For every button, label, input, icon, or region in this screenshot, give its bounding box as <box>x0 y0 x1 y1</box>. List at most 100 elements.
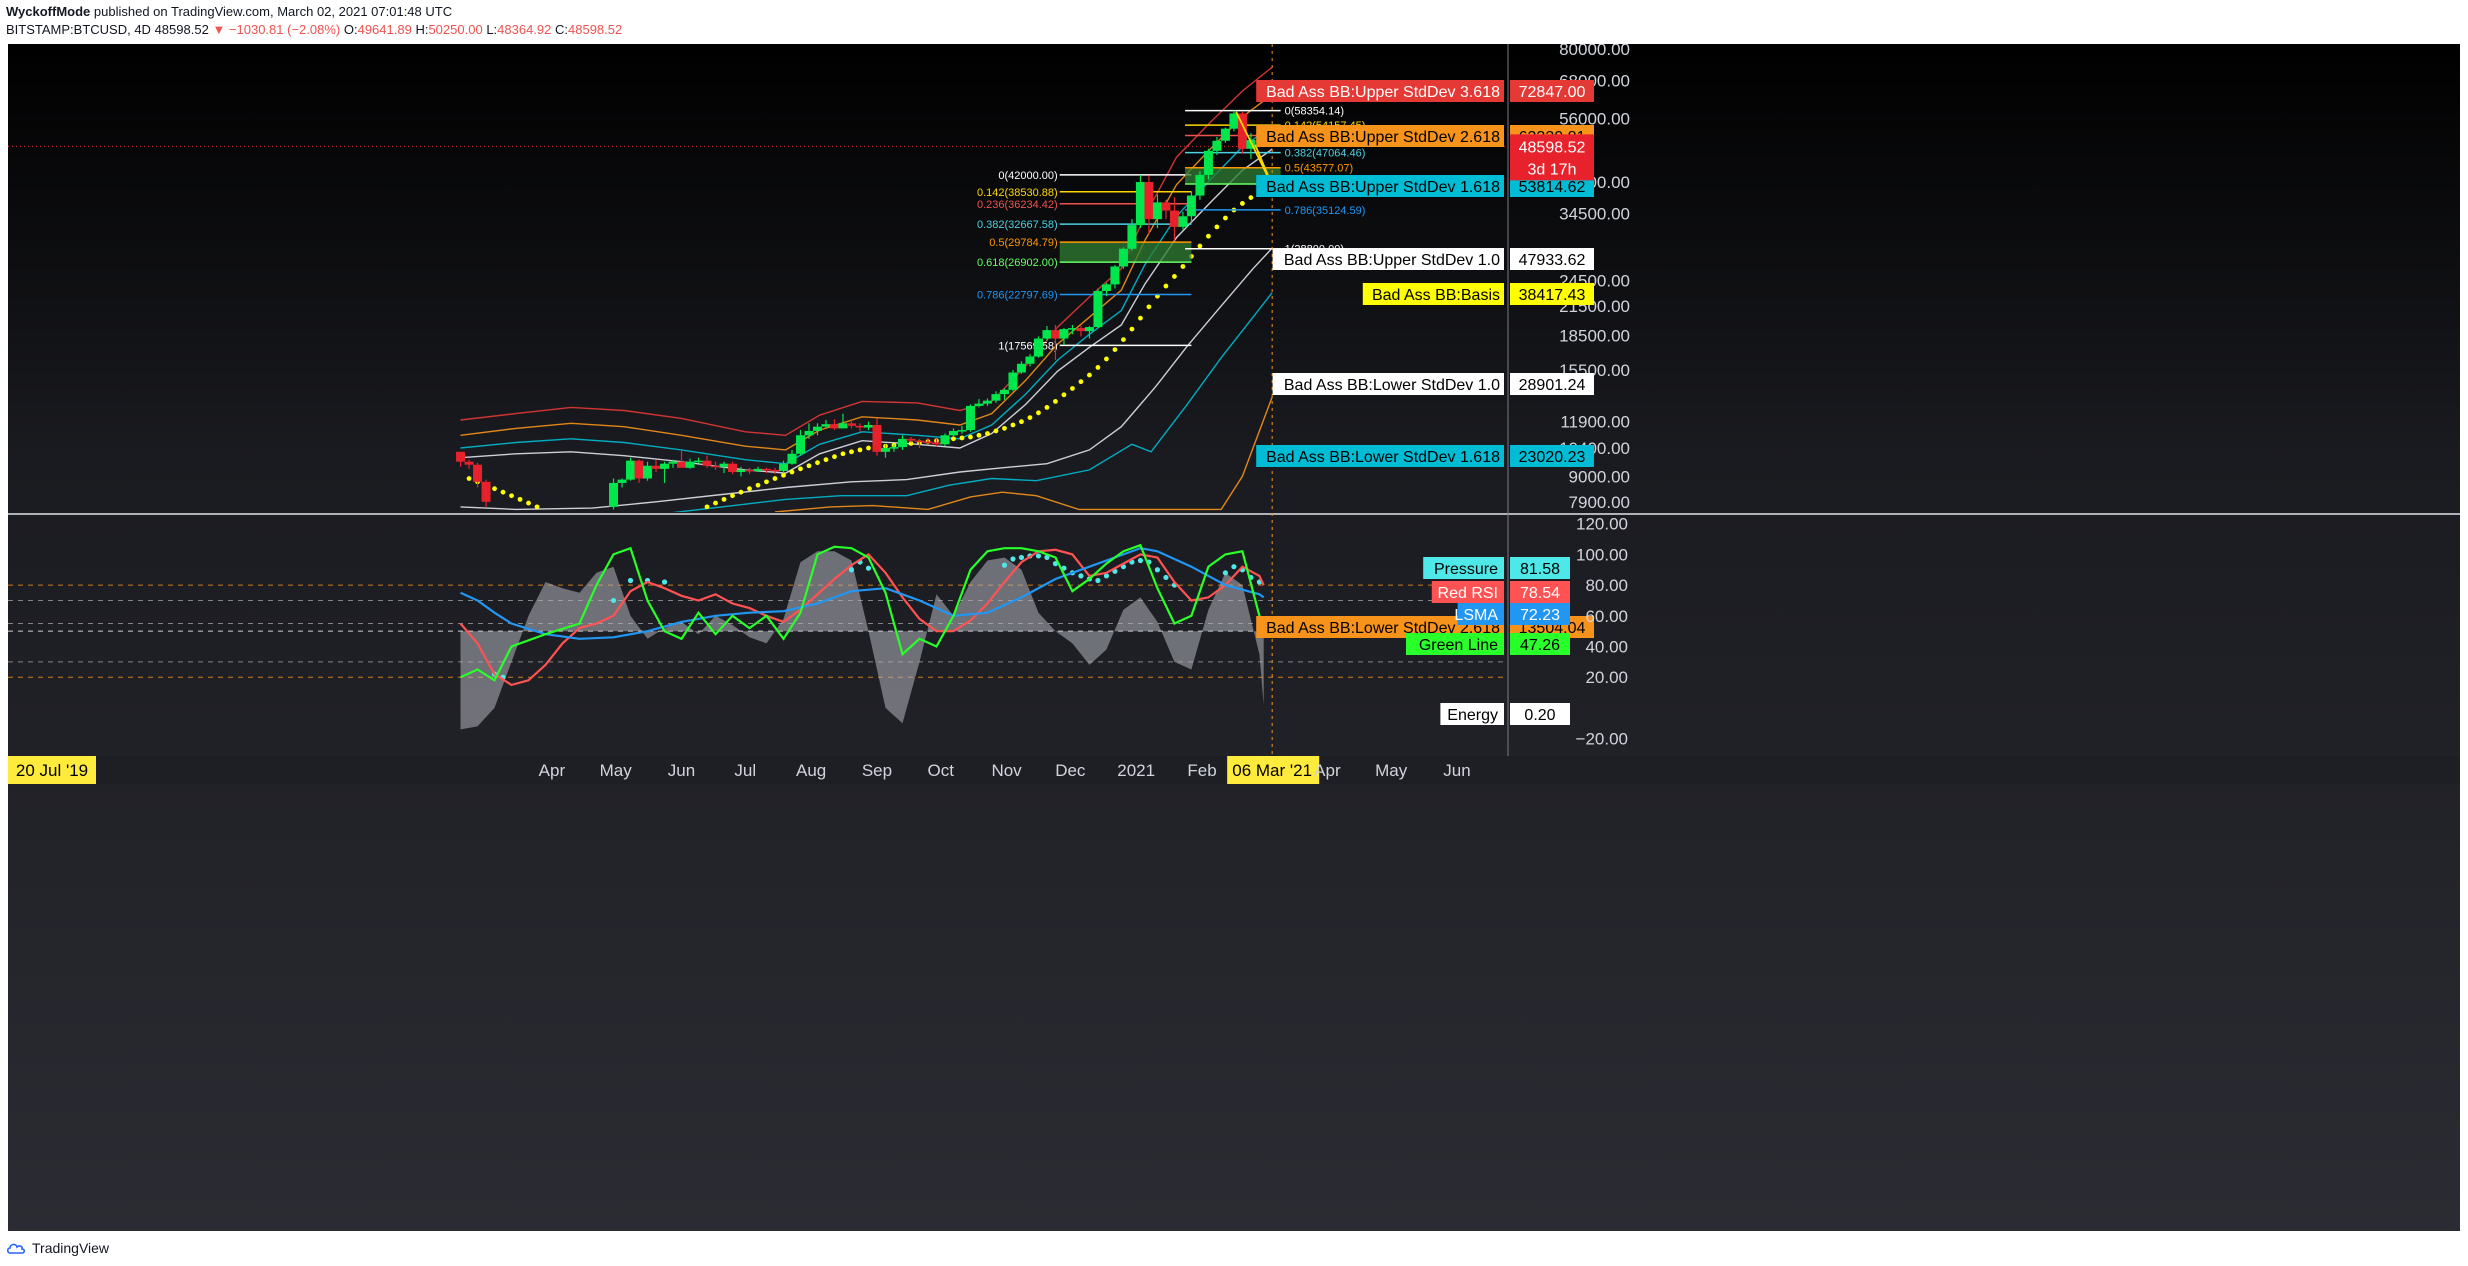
bb-tag-0-label: Bad Ass BB:Upper StdDev 3.618 <box>1266 84 1500 101</box>
candle-body <box>1050 330 1060 339</box>
candle-body <box>1118 248 1128 267</box>
open-value: 49641.89 <box>357 22 412 37</box>
basis-dot <box>509 493 514 499</box>
footer: TradingView <box>0 1232 2468 1266</box>
basis-dot <box>1087 372 1092 378</box>
time-tick-label: Jul <box>734 761 756 780</box>
fib-level-label: 0.236(36234.42) <box>977 199 1058 211</box>
candle-body <box>1178 216 1188 227</box>
candle-body <box>609 482 619 507</box>
basis-dot <box>1104 356 1109 362</box>
author-name[interactable]: WyckoffMode <box>6 4 90 19</box>
candle-body <box>770 469 780 472</box>
tradingview-logo[interactable]: TradingView <box>6 1240 109 1256</box>
candle-body <box>1169 210 1179 227</box>
bb-tag-7-value: 38417.43 <box>1519 287 1586 304</box>
candle-body <box>1084 327 1094 332</box>
bb-tag-7: Bad Ass BB:Basis 38417.43 <box>1362 283 1594 305</box>
fib-level-label: 1(17569.58) <box>998 340 1057 352</box>
basis-dot <box>534 504 540 510</box>
candle-body <box>1220 128 1230 141</box>
osc-tick-label: 80.00 <box>1585 576 1628 595</box>
candle-body <box>1127 225 1137 249</box>
chart-area[interactable]: 0(42000.00) 0.142(38530.88) 0.236(36234.42… <box>8 44 2460 1231</box>
basis-dot <box>1223 215 1228 221</box>
basis-dot <box>976 432 982 438</box>
published-text: published on TradingView.com, March 02, … <box>93 4 453 19</box>
candle-body <box>626 460 636 480</box>
symbol-label: BITSTAMP:BTCUSD, 4D <box>6 22 151 37</box>
basis-dot <box>1206 233 1211 239</box>
osc-tick-label: −20.00 <box>1576 730 1628 749</box>
candle-body <box>1101 284 1111 292</box>
time-tick-label: Feb <box>1187 761 1216 780</box>
publish-line: WyckoffMode published on TradingView.com… <box>6 4 452 19</box>
time-tick-label: Sep <box>862 761 892 780</box>
time-tick-label: Aug <box>796 761 826 780</box>
fib-level-label: 0.5(43577.07) <box>1285 163 1354 175</box>
candle-body <box>660 463 670 469</box>
open-label: O: <box>343 22 358 37</box>
basis-dot <box>1078 379 1084 385</box>
pressure-dot <box>1078 573 1084 579</box>
bb-tag-2-value: 53814.62 <box>1519 179 1586 196</box>
candle-body <box>872 424 882 452</box>
bb-tag-5-label: Bad Ass BB:Lower StdDev 1.618 <box>1266 449 1500 466</box>
candle-body <box>1161 202 1171 211</box>
fib-level-label: 0.618(26902.00) <box>977 257 1058 269</box>
candle-body <box>846 423 856 426</box>
osc-tag-label: LSMA <box>1454 607 1498 624</box>
candle-body <box>694 460 704 463</box>
candle-body <box>481 481 491 502</box>
bb-tag-5-value: 23020.23 <box>1519 449 1586 466</box>
pressure-dot <box>610 597 617 604</box>
basis-dot <box>840 451 846 457</box>
tradingview-cloud-icon <box>6 1243 26 1254</box>
candle-body <box>685 461 695 468</box>
bb-tag-3: Bad Ass BB:Upper StdDev 1.0 47933.62 <box>1272 248 1594 270</box>
candle-body <box>897 438 907 448</box>
candle-body <box>821 424 831 427</box>
basis-dot <box>832 454 837 460</box>
candle-body <box>991 394 1001 401</box>
candle-body <box>1195 174 1205 196</box>
candle-body <box>1076 328 1086 332</box>
candle-body <box>965 405 975 431</box>
candle-body <box>812 426 822 431</box>
time-tick-label: Oct <box>927 761 954 780</box>
bb-band-6 <box>774 396 1273 512</box>
pressure-dot <box>1095 577 1101 584</box>
candle-body <box>1144 182 1154 220</box>
osc-tag-label: Energy <box>1447 707 1498 724</box>
candle-body <box>711 465 721 468</box>
candle-body <box>464 461 474 465</box>
price-tick-label: 9000.00 <box>1569 467 1630 486</box>
basis-dot <box>1121 337 1126 343</box>
bb-band-4 <box>460 247 1273 511</box>
candle-body <box>1203 150 1213 175</box>
osc-tag-label: Pressure <box>1434 561 1498 578</box>
candle-body <box>838 423 848 429</box>
candle-body <box>643 465 653 479</box>
basis-dot <box>1180 264 1186 269</box>
basis-dot <box>492 486 497 492</box>
basis-dot <box>1146 304 1152 310</box>
basis-dot <box>951 436 956 442</box>
pressure-dot <box>1154 567 1161 573</box>
osc-tag-value: 78.54 <box>1520 585 1560 602</box>
osc-tag-4: Energy 0.20 <box>1440 703 1570 725</box>
basis-dot <box>738 489 744 495</box>
basis-dot <box>721 496 727 502</box>
ohlc-line: BITSTAMP:BTCUSD, 4D 48598.52 ▼ −1030.81 … <box>6 22 622 37</box>
time-tick-label: May <box>600 761 633 780</box>
candle-body <box>736 469 746 473</box>
chart-canvas[interactable]: 0(42000.00) 0.142(38530.88)0.236(36234.42… <box>8 44 2460 1231</box>
basis-dot <box>968 434 973 440</box>
candle-body <box>889 447 899 449</box>
bb-tag-3-value: 47933.62 <box>1519 252 1586 269</box>
candle-body <box>855 425 865 428</box>
candle-body <box>1016 363 1026 373</box>
basis-dot <box>1172 274 1177 279</box>
footer-brand: TradingView <box>32 1240 110 1256</box>
candle-body <box>456 451 466 462</box>
